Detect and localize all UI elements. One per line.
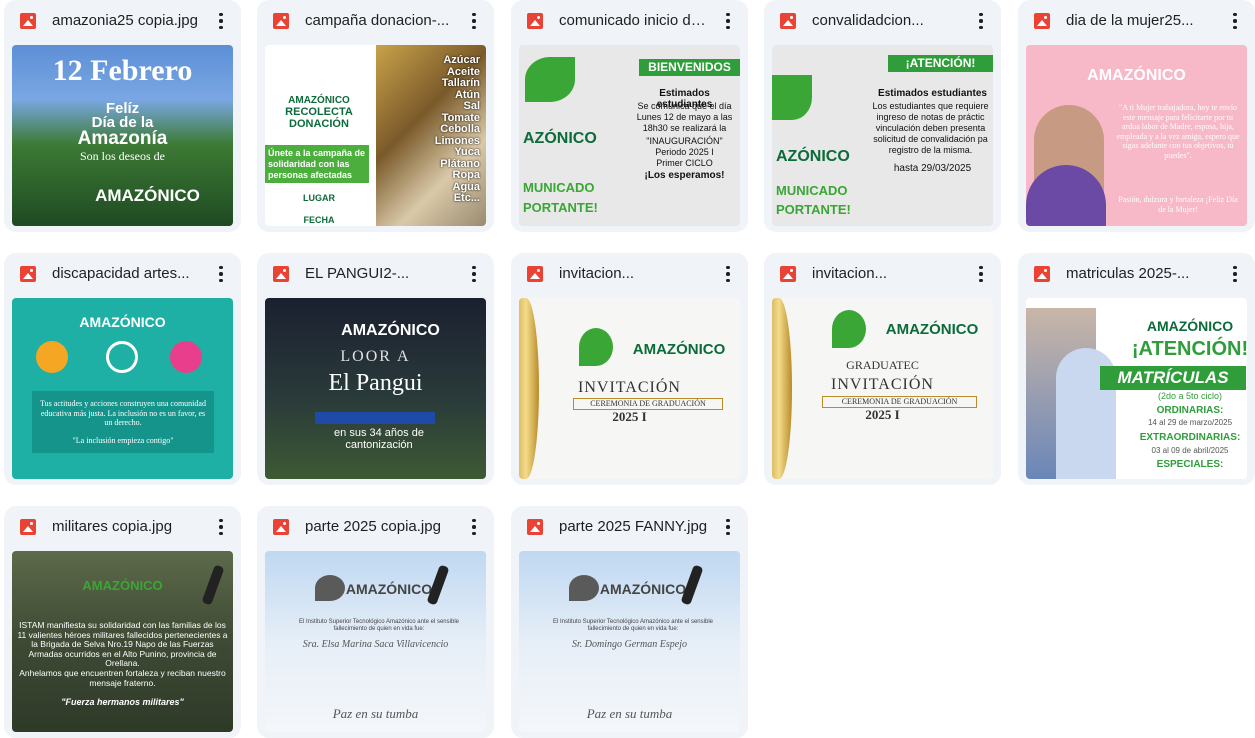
file-card[interactable]: parte 2025 FANNY.jpg AMAZÓNICO El Instit… [511,506,748,738]
image-file-icon [20,519,36,535]
file-name: matriculas 2025-... [1066,265,1190,282]
image-file-icon [20,13,36,29]
more-options-icon[interactable] [716,8,740,34]
file-name: invitacion... [812,265,888,282]
file-card[interactable]: dia de la mujer25... AMAZÓNICO "A ti Muj… [1018,0,1255,232]
file-name: campaña donacion-... [305,12,450,29]
file-name: militares copia.jpg [52,518,173,535]
file-name: dia de la mujer25... [1066,12,1194,29]
more-options-icon[interactable] [209,514,233,540]
file-thumbnail[interactable]: 12 Febrero Felíz Día de la Amazonía Son … [12,45,233,226]
file-thumbnail[interactable]: AMAZÓNICO INVITACIÓN CEREMONIA DE GRADUA… [519,298,740,479]
file-thumbnail[interactable]: BIENVENIDOS Estimados estudiantes Se com… [519,45,740,226]
image-file-icon [20,266,36,282]
file-card[interactable]: militares copia.jpg AMAZÓNICO ISTAM mani… [4,506,241,738]
file-thumbnail[interactable]: AMAZÓNICO RECOLECTA DONACIÓN Únete a la … [265,45,486,226]
file-card[interactable]: comunicado inicio de... BIENVENIDOS Esti… [511,0,748,232]
more-options-icon[interactable] [1223,8,1247,34]
file-card[interactable]: invitacion... AMAZÓNICO GRADUATEC INVITA… [764,253,1001,485]
more-options-icon[interactable] [209,8,233,34]
file-thumbnail[interactable]: AMAZÓNICO El Instituto Superior Tecnológ… [265,551,486,732]
image-file-icon [273,266,289,282]
file-thumbnail[interactable]: AMAZÓNICO LOOR A El Pangui en sus 34 año… [265,298,486,479]
file-card[interactable]: parte 2025 copia.jpg AMAZÓNICO El Instit… [257,506,494,738]
more-options-icon[interactable] [1223,261,1247,287]
image-file-icon [1034,266,1050,282]
file-card[interactable]: discapacidad artes... AMAZÓNICO Tus acti… [4,253,241,485]
more-options-icon[interactable] [462,261,486,287]
image-file-icon [780,13,796,29]
file-thumbnail[interactable]: AMAZÓNICO ¡ATENCIÓN! MATRÍCULAS (2do a 5… [1026,298,1247,479]
file-name: parte 2025 FANNY.jpg [559,518,708,535]
image-file-icon [527,266,543,282]
more-options-icon[interactable] [716,261,740,287]
image-file-icon [273,519,289,535]
file-name: comunicado inicio de... [559,12,709,29]
file-card[interactable]: invitacion... AMAZÓNICO INVITACIÓN CEREM… [511,253,748,485]
image-file-icon [1034,13,1050,29]
file-card[interactable]: matriculas 2025-... AMAZÓNICO ¡ATENCIÓN!… [1018,253,1255,485]
more-options-icon[interactable] [209,261,233,287]
file-name: invitacion... [559,265,635,282]
more-options-icon[interactable] [969,8,993,34]
image-file-icon [527,519,543,535]
image-file-icon [527,13,543,29]
file-card[interactable]: campaña donacion-... AMAZÓNICO RECOLECTA… [257,0,494,232]
file-name: amazonia25 copia.jpg [52,12,198,29]
file-thumbnail[interactable]: AMAZÓNICO Tus actitudes y acciones const… [12,298,233,479]
file-card[interactable]: amazonia25 copia.jpg 12 Febrero Felíz Dí… [4,0,241,232]
file-thumbnail[interactable]: ¡ATENCIÓN! Estimados estudiantes Los est… [772,45,993,226]
file-thumbnail[interactable]: AMAZÓNICO El Instituto Superior Tecnológ… [519,551,740,732]
file-card[interactable]: EL PANGUI2-... AMAZÓNICO LOOR A El Pangu… [257,253,494,485]
file-thumbnail[interactable]: AMAZÓNICO ISTAM manifiesta su solidarida… [12,551,233,732]
more-options-icon[interactable] [462,514,486,540]
file-name: convalidadcion... [812,12,924,29]
file-thumbnail[interactable]: AMAZÓNICO GRADUATEC INVITACIÓN CEREMONIA… [772,298,993,479]
file-thumbnail[interactable]: AMAZÓNICO "A ti Mujer trabajadora, hoy t… [1026,45,1247,226]
image-file-icon [780,266,796,282]
file-card[interactable]: convalidadcion... ¡ATENCIÓN! Estimados e… [764,0,1001,232]
file-name: parte 2025 copia.jpg [305,518,441,535]
file-name: EL PANGUI2-... [305,265,410,282]
more-options-icon[interactable] [716,514,740,540]
more-options-icon[interactable] [969,261,993,287]
image-file-icon [273,13,289,29]
file-name: discapacidad artes... [52,265,190,282]
more-options-icon[interactable] [462,8,486,34]
